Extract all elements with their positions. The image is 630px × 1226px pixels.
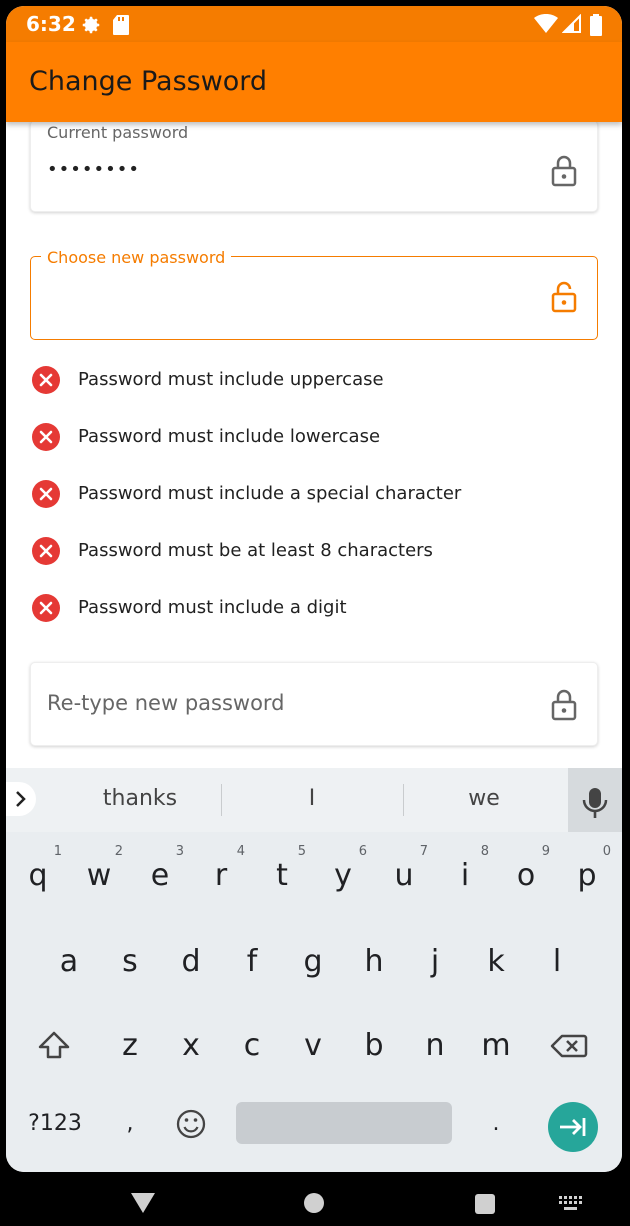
key-b[interactable]: b [346, 1016, 402, 1076]
rule-text: Password must include uppercase [78, 369, 384, 390]
lock-icon[interactable] [551, 689, 577, 725]
key-z[interactable]: z [102, 1016, 158, 1076]
cellular-signal-icon [561, 13, 582, 38]
rule-text: Password must include a special characte… [78, 483, 462, 504]
page-title: Change Password [29, 66, 268, 97]
error-icon [32, 537, 60, 565]
key-w[interactable]: w2 [71, 844, 127, 906]
key-m[interactable]: m [468, 1016, 524, 1076]
key-c[interactable]: c [224, 1016, 280, 1076]
current-password-field[interactable]: Current password •••••••• [30, 120, 598, 212]
status-time: 6:32 [26, 12, 76, 36]
sd-card-icon [112, 14, 130, 40]
key-x[interactable]: x [163, 1016, 219, 1076]
suggestion-word[interactable]: I [252, 786, 372, 811]
key-n[interactable]: n [407, 1016, 463, 1076]
key-r[interactable]: r4 [193, 844, 249, 906]
key-p[interactable]: p0 [559, 844, 615, 906]
recents-icon[interactable] [474, 1193, 496, 1219]
key-k[interactable]: k [468, 932, 524, 992]
key-o[interactable]: o9 [498, 844, 554, 906]
phone-screen: 6:32 Change Password Current password ••… [6, 6, 622, 1172]
rule-text: Password must include a digit [78, 597, 347, 618]
suggestion-divider [221, 784, 222, 816]
key-d[interactable]: d [163, 932, 219, 992]
battery-icon [590, 14, 602, 40]
suggestion-strip: thanks I we [6, 768, 622, 832]
app-bar: Change Password [6, 42, 622, 122]
symbols-key[interactable]: ?123 [20, 1094, 90, 1154]
key-a[interactable]: a [41, 932, 97, 992]
home-icon[interactable] [303, 1192, 325, 1218]
error-icon [32, 423, 60, 451]
error-icon [32, 366, 60, 394]
microphone-icon[interactable] [568, 768, 622, 832]
rule-text: Password must include lowercase [78, 426, 381, 447]
emoji-icon[interactable] [163, 1094, 219, 1154]
key-t[interactable]: t5 [254, 844, 310, 906]
key-j[interactable]: j [407, 932, 463, 992]
error-icon [32, 480, 60, 508]
keyboard-switch-icon[interactable] [559, 1196, 583, 1216]
key-g[interactable]: g [285, 932, 341, 992]
key-u[interactable]: u7 [376, 844, 432, 906]
new-password-field[interactable]: Choose new password [30, 248, 598, 340]
current-password-value: •••••••• [47, 159, 140, 180]
status-bar: 6:32 [6, 6, 622, 42]
retype-password-field[interactable]: Re-type new password [30, 662, 598, 746]
retype-password-placeholder: Re-type new password [47, 691, 285, 715]
key-y[interactable]: y6 [315, 844, 371, 906]
key-v[interactable]: v [285, 1016, 341, 1076]
current-password-label: Current password [41, 123, 195, 142]
comma-key[interactable]: , [102, 1094, 158, 1154]
wifi-icon [534, 14, 558, 38]
back-icon[interactable] [130, 1192, 156, 1218]
expand-chevron-icon[interactable] [6, 782, 36, 816]
key-i[interactable]: i8 [437, 844, 493, 906]
backspace-icon[interactable] [542, 1016, 598, 1076]
period-key[interactable]: . [468, 1094, 524, 1154]
key-h[interactable]: h [346, 932, 402, 992]
new-password-label: Choose new password [41, 248, 232, 267]
key-e[interactable]: e3 [132, 844, 188, 906]
space-bar[interactable] [236, 1102, 452, 1144]
navigation-bar [0, 1172, 630, 1226]
suggestion-word[interactable]: thanks [80, 786, 200, 811]
shift-icon[interactable] [26, 1016, 82, 1076]
settings-icon [80, 14, 102, 40]
enter-arrow-icon[interactable] [548, 1102, 598, 1152]
suggestion-divider [403, 784, 404, 816]
unlocked-lock-icon[interactable] [551, 281, 577, 317]
rule-text: Password must be at least 8 characters [78, 540, 433, 561]
error-icon [32, 594, 60, 622]
lock-icon[interactable] [551, 155, 577, 191]
suggestion-word[interactable]: we [424, 786, 544, 811]
key-f[interactable]: f [224, 932, 280, 992]
key-q[interactable]: q1 [10, 844, 66, 906]
key-s[interactable]: s [102, 932, 158, 992]
key-l[interactable]: l [529, 932, 585, 992]
soft-keyboard: thanks I we q1 w2 e3 r4 t5 y6 u7 i8 o9 p… [6, 768, 622, 1172]
